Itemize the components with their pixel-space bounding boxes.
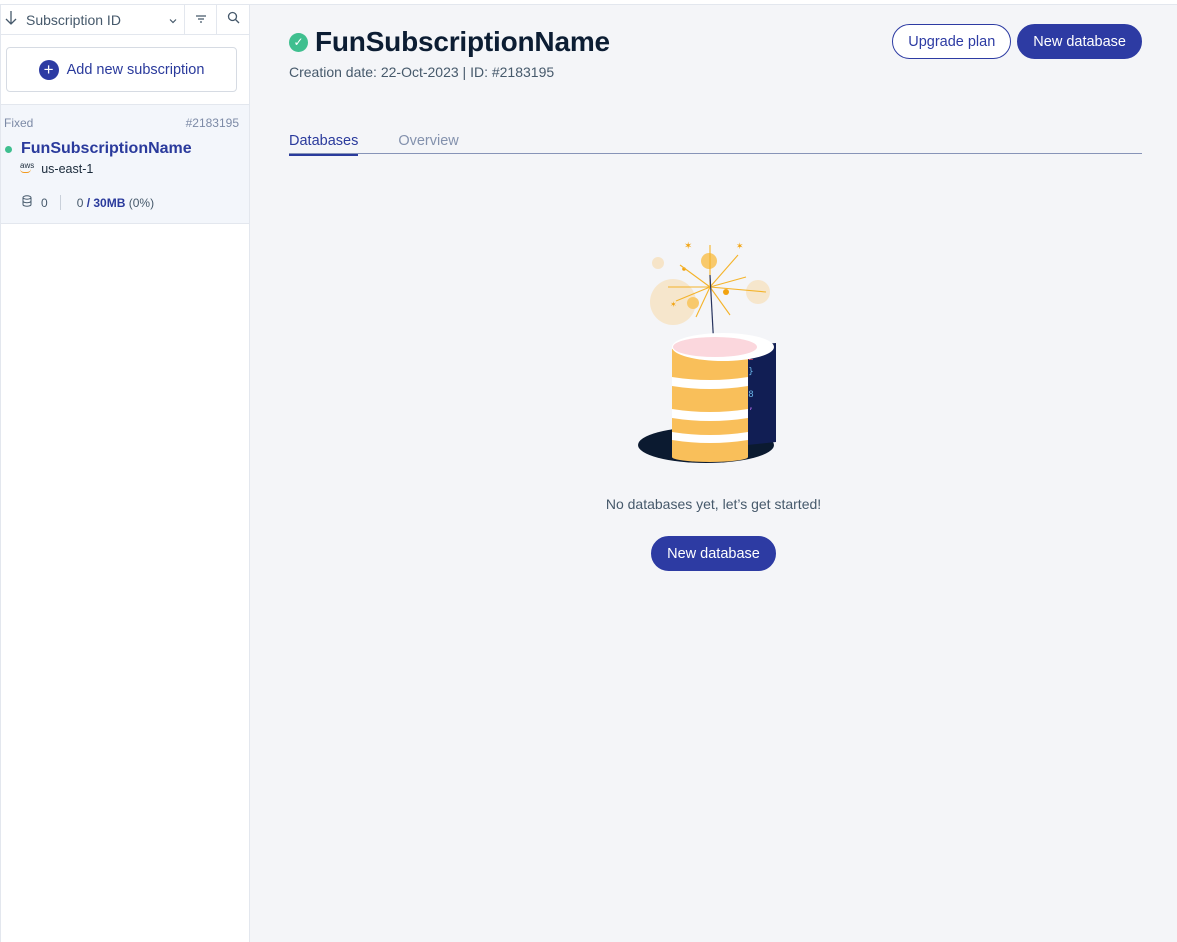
search-icon <box>227 11 240 29</box>
sort-select[interactable]: Subscription ID <box>1 5 185 34</box>
sort-arrow-icon <box>4 10 18 29</box>
memory-percent: (0%) <box>128 195 155 210</box>
sort-bar: Subscription ID <box>1 5 249 35</box>
chevron-down-icon <box>168 12 178 28</box>
page-title: FunSubscriptionName <box>315 26 610 57</box>
subscriptions-sidebar: Subscription ID + Add new subscription F… <box>0 5 250 942</box>
divider <box>59 195 61 210</box>
search-button[interactable] <box>217 5 249 34</box>
empty-state: ✶ ✶ ✶ {"12 (){} 5678 ame, et ash <box>250 237 1177 571</box>
svg-text:✶: ✶ <box>684 241 692 252</box>
subscription-region: us-east-1 <box>41 162 94 176</box>
sort-label: Subscription ID <box>26 11 121 28</box>
add-subscription-button[interactable]: + Add new subscription <box>6 47 237 92</box>
empty-state-message: No databases yet, let’s get started! <box>605 496 822 512</box>
subscription-id: #2183195 <box>185 116 239 130</box>
subscription-item[interactable]: Fixed #2183195 FunSubscriptionName aws u… <box>1 104 249 224</box>
svg-text:✶: ✶ <box>670 300 677 309</box>
filter-icon <box>195 11 207 29</box>
database-count: 0 <box>41 195 48 210</box>
add-subscription-label: Add new subscription <box>66 61 205 78</box>
memory-total: / 30MB <box>86 195 126 210</box>
check-circle-icon: ✓ <box>289 32 308 52</box>
new-database-button[interactable]: New database <box>1017 24 1142 59</box>
tab-overview[interactable]: Overview <box>398 133 458 154</box>
svg-text:✶: ✶ <box>736 241 744 251</box>
subscription-plan: Fixed <box>4 116 34 130</box>
subscription-name: FunSubscriptionName <box>21 140 192 157</box>
header-actions: Upgrade plan New database <box>892 24 1142 59</box>
upgrade-plan-button[interactable]: Upgrade plan <box>892 24 1012 59</box>
empty-new-database-button[interactable]: New database <box>651 536 776 571</box>
tab-bar: Databases Overview <box>289 133 1142 156</box>
subscription-meta: Creation date: 22-Oct-2023 | ID: #218319… <box>289 64 555 80</box>
database-icon <box>22 195 32 210</box>
subscription-header: ✓ FunSubscriptionName Creation date: 22-… <box>289 26 610 80</box>
memory-used: 0 <box>76 195 84 210</box>
status-dot <box>5 145 12 153</box>
tab-databases[interactable]: Databases <box>289 133 359 156</box>
birthday-cake-illustration: ✶ ✶ ✶ {"12 (){} 5678 ame, et ash <box>637 241 776 463</box>
subscription-main: ✓ FunSubscriptionName Creation date: 22-… <box>250 5 1177 942</box>
app-shell: Subscription ID + Add new subscription F… <box>0 4 1177 942</box>
plus-icon: + <box>38 59 59 80</box>
aws-logo-icon: aws <box>20 161 34 173</box>
filter-button[interactable] <box>185 5 217 34</box>
